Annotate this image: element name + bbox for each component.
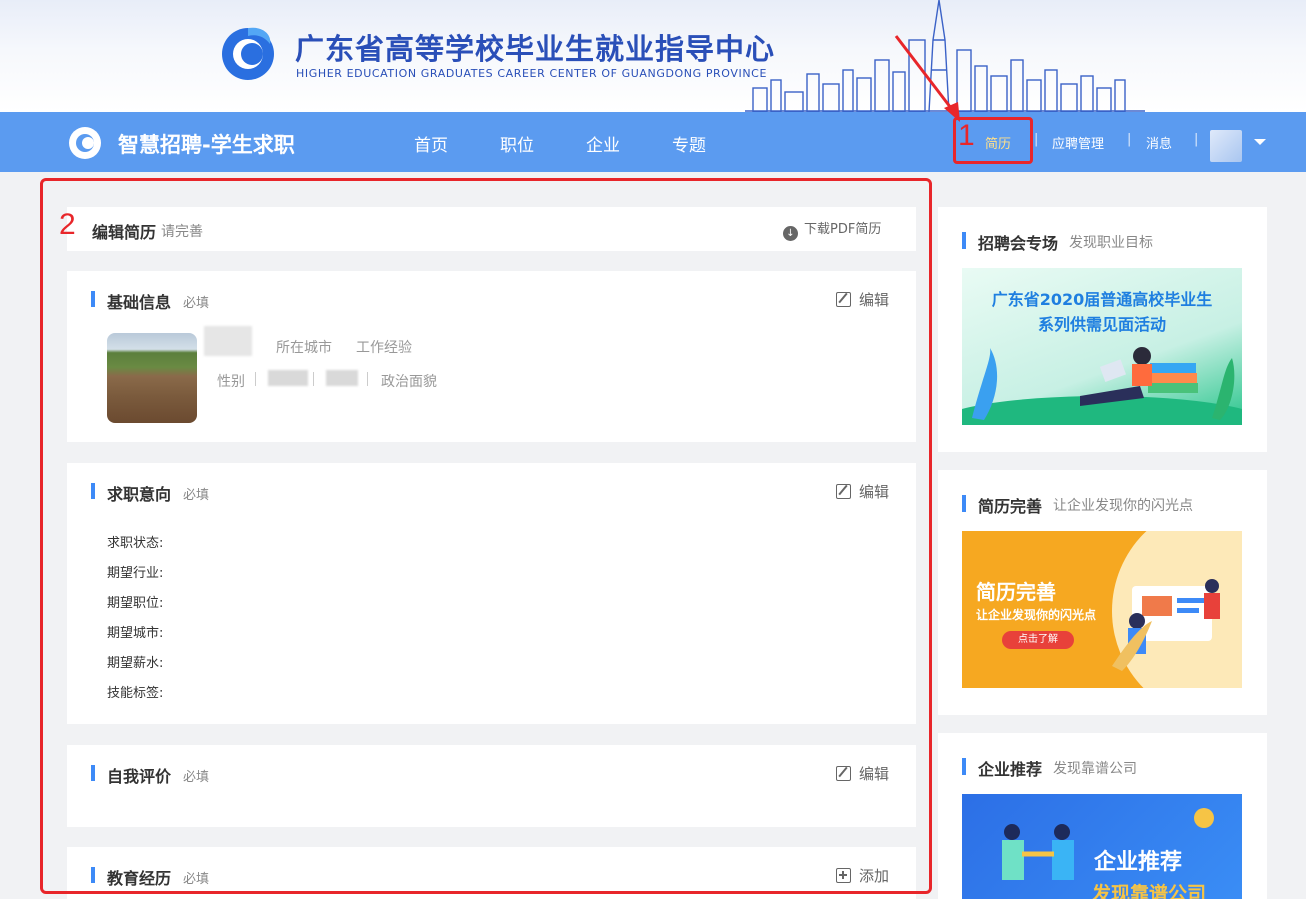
gd-logo-icon bbox=[222, 27, 274, 80]
annotation-box-2 bbox=[40, 178, 932, 894]
annotation-arrow bbox=[894, 35, 960, 122]
job-fair-subtitle: 发现职业目标 bbox=[1069, 235, 1153, 251]
nav-messages[interactable]: 消息 bbox=[1146, 133, 1172, 152]
user-avatar[interactable] bbox=[1210, 130, 1242, 162]
job-fair-title[interactable]: 招聘会专场 bbox=[978, 230, 1058, 254]
handshake-illustration bbox=[1002, 824, 1074, 880]
nav-applications[interactable]: 应聘管理 bbox=[1052, 133, 1104, 152]
company-banner[interactable]: 企业推荐 发现靠谱公司 bbox=[962, 794, 1242, 899]
nav-jobs[interactable]: 职位 bbox=[500, 131, 534, 156]
brand-logo-icon bbox=[69, 127, 101, 159]
job-fair-banner[interactable]: 广东省2020届普通高校毕业生 系列供需见面活动 bbox=[962, 268, 1242, 425]
section-marker bbox=[962, 232, 966, 249]
resume-improve-banner[interactable]: 简历完善 让企业发现你的闪光点 点击了解 bbox=[962, 531, 1242, 688]
resume-improve-banner-title: 简历完善 bbox=[976, 580, 1056, 604]
banner-title: 广东省高等学校毕业生就业指导中心 bbox=[295, 32, 776, 66]
company-banner-sub: 发现靠谱公司 bbox=[1092, 883, 1207, 899]
section-marker bbox=[962, 495, 966, 512]
coin-icon bbox=[1194, 808, 1214, 828]
student-laptop-illustration bbox=[962, 347, 1242, 425]
annotation-number-1: 1 bbox=[958, 119, 975, 152]
nav-home[interactable]: 首页 bbox=[414, 131, 448, 156]
nav-divider: | bbox=[1127, 132, 1132, 147]
nav-divider: | bbox=[1194, 132, 1199, 147]
company-subtitle: 发现靠谱公司 bbox=[1053, 761, 1137, 777]
nav-companies[interactable]: 企业 bbox=[586, 131, 620, 156]
resume-people-illustration bbox=[1112, 579, 1220, 671]
chevron-down-icon[interactable] bbox=[1254, 139, 1266, 145]
top-nav: 智慧招聘-学生求职 首页 职位 企业 专题 简历 | 应聘管理 | 消息 | bbox=[0, 112, 1306, 172]
company-banner-title: 企业推荐 bbox=[1094, 850, 1183, 875]
resume-improve-subtitle: 让企业发现你的闪光点 bbox=[1053, 498, 1193, 514]
learn-more-button[interactable]: 点击了解 bbox=[1002, 631, 1074, 649]
resume-improve-banner-sub: 让企业发现你的闪光点 bbox=[976, 608, 1097, 622]
nav-brand[interactable]: 智慧招聘-学生求职 bbox=[118, 129, 295, 159]
nav-divider: | bbox=[1034, 132, 1039, 147]
nav-topics[interactable]: 专题 bbox=[672, 131, 706, 156]
resume-improve-title[interactable]: 简历完善 bbox=[978, 493, 1042, 517]
job-fair-banner-line1: 广东省2020届普通高校毕业生 bbox=[991, 290, 1213, 309]
company-title[interactable]: 企业推荐 bbox=[978, 756, 1042, 780]
banner-subtitle: HIGHER EDUCATION GRADUATES CAREER CENTER… bbox=[296, 67, 767, 80]
section-marker bbox=[962, 758, 966, 775]
site-banner: 广东省高等学校毕业生就业指导中心 HIGHER EDUCATION GRADUA… bbox=[0, 0, 1306, 112]
annotation-number-2: 2 bbox=[59, 208, 76, 241]
